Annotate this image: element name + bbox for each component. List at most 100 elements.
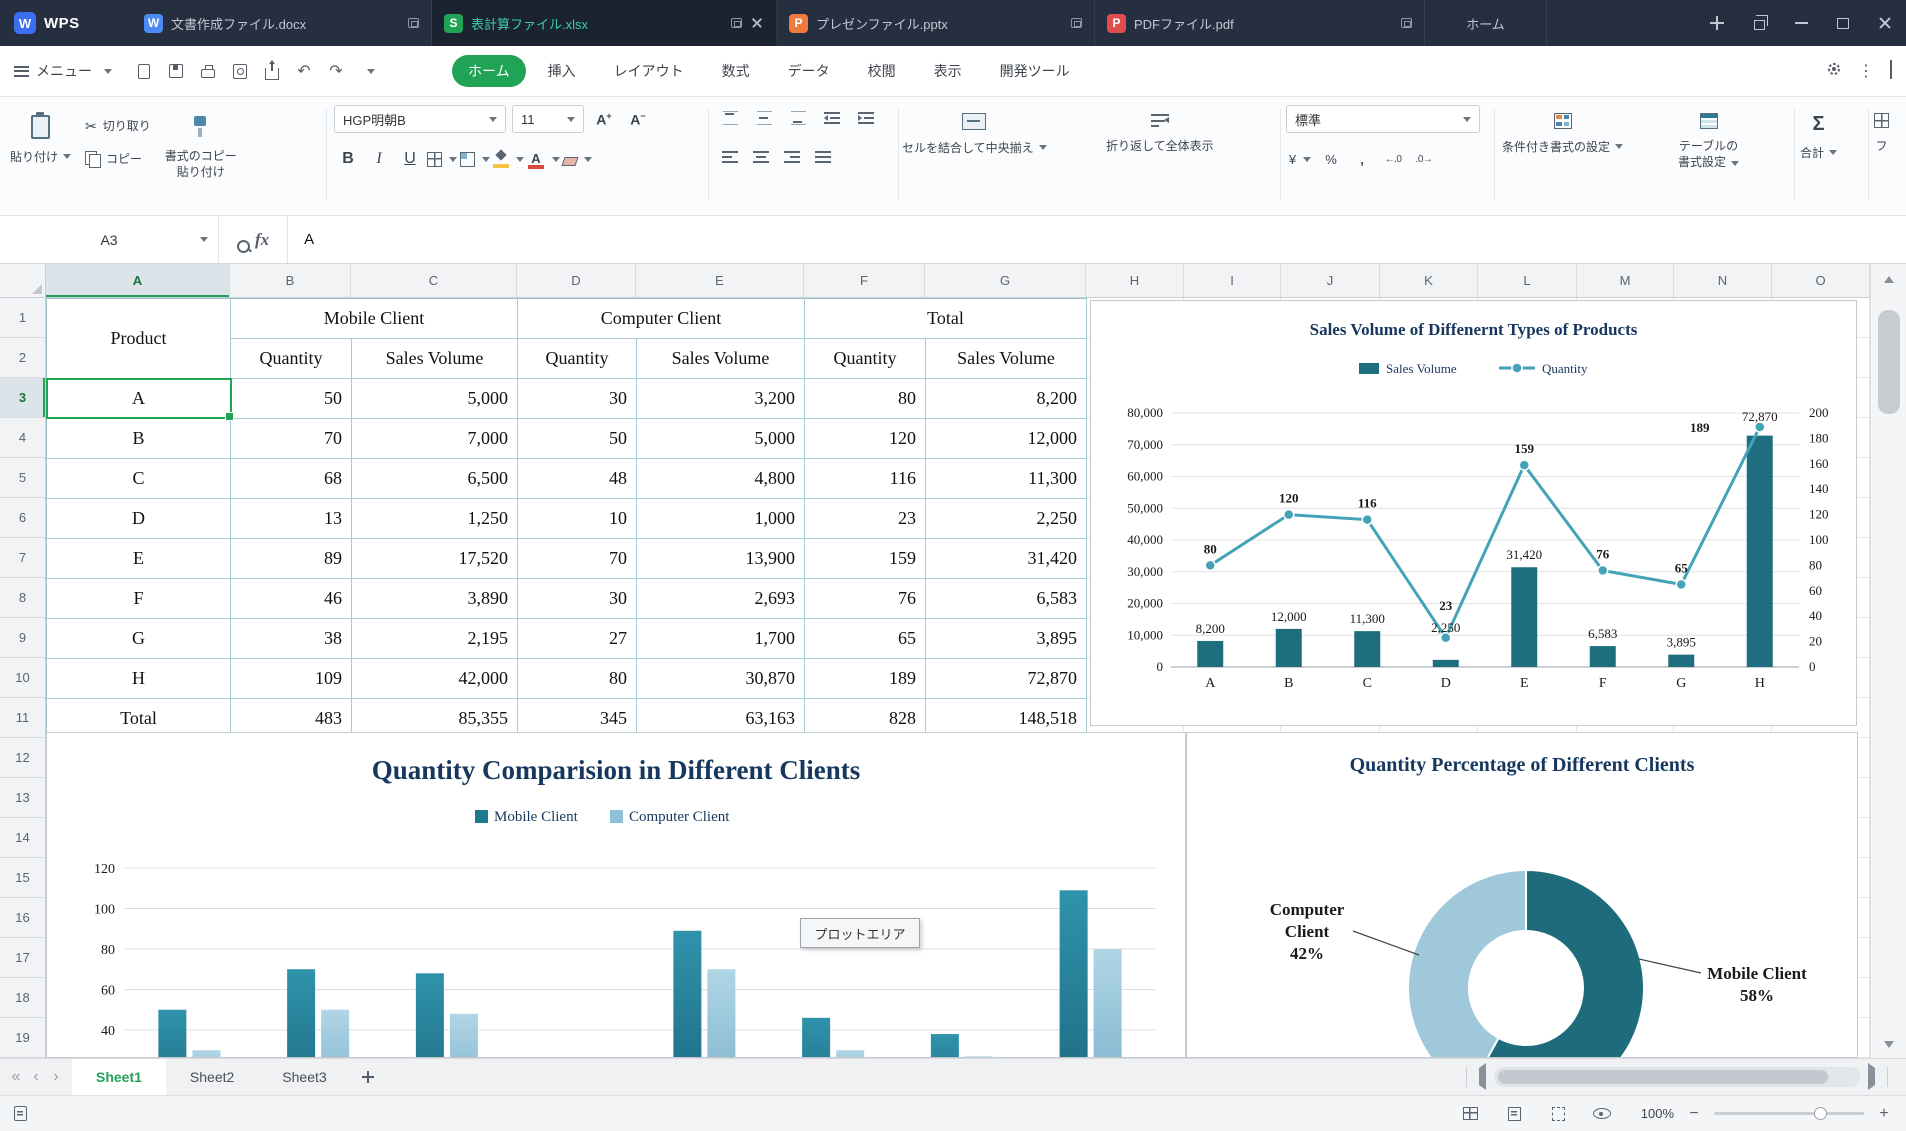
quick-toolbar-more-button[interactable] bbox=[354, 57, 382, 85]
document-tab-pdf[interactable]: PPDFファイル.pdf bbox=[1095, 0, 1425, 46]
document-tab-home[interactable]: ホーム bbox=[1425, 0, 1547, 46]
previous-sheet-button[interactable]: ‹ bbox=[26, 1068, 46, 1086]
fill-color-button[interactable] bbox=[493, 146, 524, 172]
document-tab-spreadsheet[interactable]: S表計算ファイル.xlsx bbox=[432, 0, 777, 46]
row-header-9[interactable]: 9 bbox=[0, 618, 45, 658]
table-cell[interactable]: C bbox=[47, 459, 231, 499]
filter-button-clipped[interactable]: フ bbox=[1874, 105, 1889, 154]
ribbon-tab-レイアウト[interactable]: レイアウト bbox=[598, 55, 700, 87]
ribbon-tab-数式[interactable]: 数式 bbox=[706, 55, 766, 87]
ribbon-tab-データ[interactable]: データ bbox=[772, 55, 846, 87]
decrease-decimal-button[interactable]: .0→ bbox=[1410, 146, 1438, 172]
table-header-mobile-client[interactable]: Mobile Client bbox=[231, 299, 518, 339]
scroll-up-icon[interactable] bbox=[1884, 276, 1894, 283]
save-button[interactable] bbox=[162, 57, 190, 85]
table-cell[interactable]: 2,250 bbox=[926, 499, 1087, 539]
table-cell[interactable]: 70 bbox=[231, 419, 352, 459]
table-cell[interactable]: 38 bbox=[231, 619, 352, 659]
table-cell[interactable]: 80 bbox=[518, 659, 637, 699]
ribbon-tab-開発ツール[interactable]: 開発ツール bbox=[984, 55, 1086, 87]
tab-window-icon[interactable] bbox=[1071, 18, 1082, 28]
table-cell[interactable]: 80 bbox=[805, 379, 926, 419]
formula-input[interactable]: A bbox=[288, 231, 1906, 248]
add-sheet-button[interactable] bbox=[351, 1059, 385, 1095]
table-cell[interactable]: 8,200 bbox=[926, 379, 1087, 419]
splitter-handle[interactable] bbox=[1887, 1067, 1888, 1087]
table-cell[interactable]: 4,800 bbox=[637, 459, 805, 499]
column-header-O[interactable]: O bbox=[1772, 264, 1870, 297]
font-family-select[interactable]: HGP明朝B bbox=[334, 105, 506, 133]
quantity-percentage-doughnut-chart[interactable]: Quantity Percentage of Different Clients… bbox=[1186, 732, 1858, 1058]
maximize-button[interactable] bbox=[1822, 0, 1864, 46]
table-cell[interactable]: 11,300 bbox=[926, 459, 1087, 499]
column-header-E[interactable]: E bbox=[636, 264, 804, 297]
increase-indent-button[interactable] bbox=[852, 105, 880, 131]
number-format-select[interactable]: 標準 bbox=[1286, 105, 1480, 133]
decrease-indent-button[interactable] bbox=[818, 105, 846, 131]
table-cell[interactable]: 1,000 bbox=[637, 499, 805, 539]
table-cell[interactable]: 50 bbox=[518, 419, 637, 459]
table-cell[interactable]: 10 bbox=[518, 499, 637, 539]
table-cell[interactable]: 189 bbox=[805, 659, 926, 699]
tab-window-icon[interactable] bbox=[731, 18, 742, 28]
table-cell[interactable]: F bbox=[47, 579, 231, 619]
print-button[interactable] bbox=[194, 57, 222, 85]
main-menu-button[interactable]: メニュー bbox=[0, 61, 126, 81]
settings-button[interactable] bbox=[1826, 61, 1842, 82]
underline-button[interactable]: U bbox=[396, 146, 424, 172]
page-layout-view-button[interactable] bbox=[1502, 1102, 1526, 1126]
ribbon-tab-校閲[interactable]: 校閲 bbox=[852, 55, 912, 87]
table-cell[interactable]: 50 bbox=[231, 379, 352, 419]
zoom-level[interactable]: 100% bbox=[1634, 1106, 1674, 1121]
vertical-scrollbar[interactable] bbox=[1870, 264, 1906, 1058]
horizontal-scrollbar[interactable] bbox=[1494, 1067, 1860, 1087]
row-header-3[interactable]: 3 bbox=[0, 378, 45, 418]
document-tab-presentation[interactable]: Pプレゼンファイル.pptx bbox=[777, 0, 1095, 46]
restore-window-button[interactable] bbox=[1738, 0, 1780, 46]
quantity-comparison-bar-chart[interactable]: Quantity Comparision in Different Client… bbox=[46, 732, 1186, 1058]
column-header-C[interactable]: C bbox=[351, 264, 517, 297]
percent-format-button[interactable]: % bbox=[1317, 146, 1345, 172]
table-cell[interactable]: 30 bbox=[518, 579, 637, 619]
table-cell[interactable]: E bbox=[47, 539, 231, 579]
status-info-icon[interactable] bbox=[14, 1106, 27, 1121]
column-header-J[interactable]: J bbox=[1281, 264, 1380, 297]
table-cell[interactable]: 5,000 bbox=[352, 379, 518, 419]
column-header-B[interactable]: B bbox=[230, 264, 351, 297]
cells-canvas[interactable]: ProductMobile ClientComputer ClientTotal… bbox=[46, 298, 1870, 1058]
increase-decimal-button[interactable]: ←.0 bbox=[1379, 146, 1407, 172]
borders-button[interactable] bbox=[427, 146, 457, 172]
align-left-button[interactable] bbox=[716, 144, 744, 170]
table-cell[interactable]: 3,200 bbox=[637, 379, 805, 419]
tab-window-icon[interactable] bbox=[408, 18, 419, 28]
clear-format-button[interactable] bbox=[563, 146, 592, 172]
table-cell[interactable]: 48 bbox=[518, 459, 637, 499]
minimize-button[interactable] bbox=[1780, 0, 1822, 46]
table-header-total[interactable]: Total bbox=[805, 299, 1087, 339]
scroll-left-button[interactable] bbox=[1479, 1068, 1486, 1086]
row-header-11[interactable]: 11 bbox=[0, 698, 45, 738]
align-bottom-button[interactable] bbox=[784, 105, 812, 131]
zoom-out-button[interactable]: − bbox=[1686, 1105, 1702, 1123]
table-cell[interactable]: 23 bbox=[805, 499, 926, 539]
name-box[interactable]: A3 bbox=[0, 216, 219, 263]
cut-button[interactable]: ✂切り取り bbox=[81, 115, 155, 136]
splitter-handle[interactable] bbox=[1466, 1067, 1467, 1087]
table-cell[interactable]: 76 bbox=[805, 579, 926, 619]
table-cell[interactable]: 42,000 bbox=[352, 659, 518, 699]
reading-mode-button[interactable] bbox=[1590, 1102, 1614, 1126]
table-cell[interactable]: 5,000 bbox=[637, 419, 805, 459]
row-header-10[interactable]: 10 bbox=[0, 658, 45, 698]
table-cell[interactable]: 12,000 bbox=[926, 419, 1087, 459]
export-button[interactable] bbox=[258, 57, 286, 85]
table-cell[interactable]: 31,420 bbox=[926, 539, 1087, 579]
table-subheader[interactable]: Sales Volume bbox=[637, 339, 805, 379]
table-subheader[interactable]: Quantity bbox=[231, 339, 352, 379]
table-cell[interactable]: D bbox=[47, 499, 231, 539]
redo-button[interactable]: ↷ bbox=[322, 57, 350, 85]
copy-button[interactable]: コピー bbox=[81, 148, 155, 169]
undo-button[interactable]: ↶ bbox=[290, 57, 318, 85]
table-cell[interactable]: 2,195 bbox=[352, 619, 518, 659]
font-color-button[interactable]: A bbox=[527, 146, 560, 172]
table-cell[interactable]: 65 bbox=[805, 619, 926, 659]
